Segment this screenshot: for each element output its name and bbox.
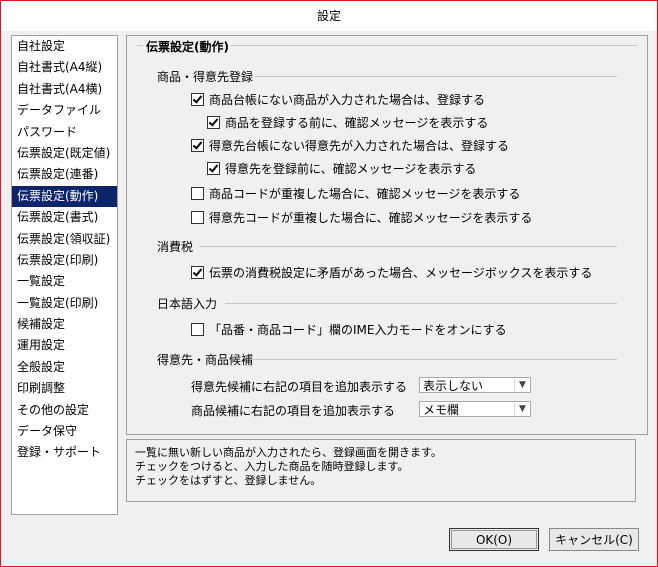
settings-panel: 伝票設定(動作) 商品・得意先登録 商品台帳にない商品が入力された場合は、登録す… [126, 35, 648, 435]
window-title: 設定 [316, 9, 341, 23]
option-label: 商品を登録する前に、確認メッセージを表示する [225, 116, 489, 130]
customer-candidate-select[interactable]: 表示しない ▼ [419, 377, 531, 393]
option-ime-on[interactable]: 「品番・商品コード」欄のIME入力モードをオンにする [191, 321, 507, 338]
option-register-new-product[interactable]: 商品台帳にない商品が入力された場合は、登録する [191, 91, 485, 108]
option-label: 得意先台帳にない得意先が入力された場合は、登録する [209, 139, 510, 153]
option-confirm-product-register[interactable]: 商品を登録する前に、確認メッセージを表示する [207, 114, 488, 131]
sidebar-item[interactable]: 運用設定 [12, 335, 117, 356]
sidebar-item[interactable]: 伝票設定(書式) [12, 207, 117, 228]
section-tax: 消費税 [157, 240, 194, 254]
panel-title: 伝票設定(動作) [144, 38, 231, 55]
settings-window: 設定 自社設定 自社書式(A4縦) 自社書式(A4横) データファイル パスワード 伝票設… [0, 0, 658, 567]
sidebar-item[interactable]: 全般設定 [12, 357, 117, 378]
chevron-down-icon[interactable]: ▼ [514, 378, 530, 392]
sidebar-item[interactable]: 一覧設定 [12, 271, 117, 292]
section-ime: 日本語入力 [157, 297, 218, 311]
sidebar-item[interactable]: 一覧設定(印刷) [12, 293, 117, 314]
checkbox[interactable] [191, 187, 204, 200]
option-label: 得意先コードが重複した場合に、確認メッセージを表示する [209, 211, 533, 225]
title-bar: 設定 [1, 1, 657, 31]
sidebar-item[interactable]: 伝票設定(領収証) [12, 229, 117, 250]
option-duplicate-customer-code[interactable]: 得意先コードが重複した場合に、確認メッセージを表示する [191, 209, 532, 226]
select-value: メモ欄 [423, 403, 460, 417]
sidebar-item[interactable]: 登録・サポート [12, 442, 117, 463]
option-confirm-customer-register[interactable]: 得意先を登録前に、確認メッセージを表示する [207, 160, 476, 177]
sidebar-item[interactable]: 自社書式(A4縦) [12, 57, 117, 78]
sidebar-item[interactable]: 伝票設定(印刷) [12, 250, 117, 271]
option-label: 商品台帳にない商品が入力された場合は、登録する [209, 93, 486, 107]
ok-button[interactable]: OK(O) [449, 528, 539, 551]
product-candidate-label: 商品候補に右記の項目を追加表示する [191, 404, 396, 418]
section-product-customer: 商品・得意先登録 [157, 70, 254, 84]
sidebar-item[interactable]: データ保守 [12, 421, 117, 442]
checkbox[interactable] [207, 162, 220, 175]
option-tax-inconsistency-message[interactable]: 伝票の消費税設定に矛盾があった場合、メッセージボックスを表示する [191, 264, 592, 281]
sidebar-item[interactable]: 自社設定 [12, 36, 117, 57]
product-candidate-select[interactable]: メモ欄 ▼ [419, 401, 531, 417]
checkbox[interactable] [191, 139, 204, 152]
option-label: 伝票の消費税設定に矛盾があった場合、メッセージボックスを表示する [209, 266, 593, 280]
option-duplicate-product-code[interactable]: 商品コードが重複した場合に、確認メッセージを表示する [191, 185, 520, 202]
sidebar-item[interactable]: 伝票設定(既定値) [12, 143, 117, 164]
option-label: 商品コードが重複した場合に、確認メッセージを表示する [209, 187, 521, 201]
checkbox[interactable] [191, 323, 204, 336]
help-line: チェックをはずすと、登録しません。 [135, 474, 322, 487]
help-line: チェックをつけると、入力した商品を随時登録します。 [135, 460, 409, 473]
checkbox[interactable] [191, 211, 204, 224]
section-divider [199, 246, 617, 247]
cancel-button[interactable]: キャンセル(C) [549, 528, 639, 551]
help-text-box: 一覧に無い新しい商品が入力されたら、登録画面を開きます。 チェックをつけると、入… [126, 439, 636, 502]
sidebar-item[interactable]: その他の設定 [12, 400, 117, 421]
section-divider [251, 359, 617, 360]
option-label: 得意先を登録前に、確認メッセージを表示する [225, 162, 477, 176]
checkbox[interactable] [191, 266, 204, 279]
section-divider [255, 76, 617, 77]
sidebar-item[interactable]: 印刷調整 [12, 378, 117, 399]
sidebar-item[interactable]: 候補設定 [12, 314, 117, 335]
sidebar-item[interactable]: 伝票設定(連番) [12, 164, 117, 185]
sidebar-item[interactable]: 伝票設定(動作) [12, 185, 117, 208]
sidebar-item[interactable]: データファイル [12, 100, 117, 121]
select-value: 表示しない [423, 379, 484, 393]
checkbox[interactable] [207, 116, 220, 129]
checkbox[interactable] [191, 93, 204, 106]
sidebar-item[interactable]: パスワード [12, 122, 117, 143]
section-candidates: 得意先・商品候補 [157, 353, 254, 367]
sidebar-item[interactable]: 自社書式(A4横) [12, 79, 117, 100]
help-line: 一覧に無い新しい商品が入力されたら、登録画面を開きます。 [135, 446, 442, 459]
option-label: 「品番・商品コード」欄のIME入力モードをオンにする [209, 323, 507, 337]
chevron-down-icon[interactable]: ▼ [514, 402, 530, 416]
customer-candidate-label: 得意先候補に右記の項目を追加表示する [191, 380, 408, 394]
option-register-new-customer[interactable]: 得意先台帳にない得意先が入力された場合は、登録する [191, 137, 509, 154]
section-divider [225, 303, 617, 304]
settings-category-list[interactable]: 自社設定 自社書式(A4縦) 自社書式(A4横) データファイル パスワード 伝票設定(既… [11, 35, 118, 515]
